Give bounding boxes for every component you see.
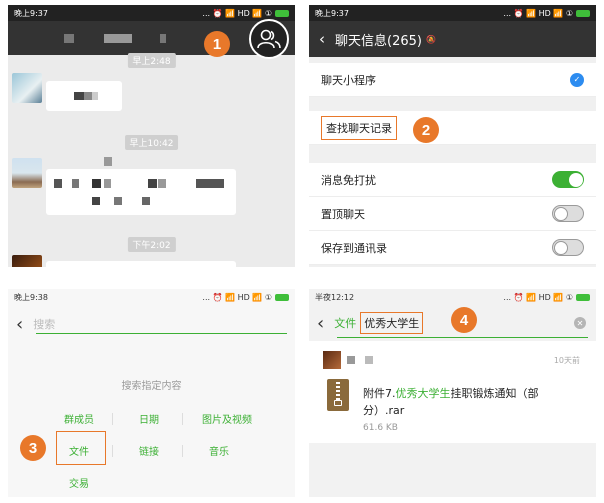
step-badge-4: 4 xyxy=(451,307,477,333)
search-underline xyxy=(36,333,287,334)
page-title: 聊天信息(265) xyxy=(335,33,422,49)
back-arrow-icon[interactable]: ‹ xyxy=(319,30,325,48)
redacted-sender xyxy=(365,356,373,364)
status-icons: ... ⏰ 📶 HD 📶 ① xyxy=(503,9,590,18)
group-members-icon xyxy=(257,29,281,49)
battery-icon xyxy=(576,9,590,17)
redacted-nickname xyxy=(104,157,112,166)
back-arrow-icon[interactable]: ‹ xyxy=(16,314,23,335)
divider xyxy=(112,445,113,457)
avatar[interactable] xyxy=(12,73,42,103)
mute-icon: 🔕 xyxy=(425,34,436,44)
chat-screen-panel: 晚上9:37 ... ⏰ 📶 HD 📶 ① 1 早上2:48 早上10:42 下… xyxy=(8,5,295,267)
category-music[interactable]: 音乐 xyxy=(192,443,246,458)
clear-search-icon[interactable]: ✕ xyxy=(574,317,586,329)
battery-icon xyxy=(576,293,590,301)
pin-chat-row[interactable]: 置顶聊天 xyxy=(309,197,596,231)
search-input[interactable]: 搜索 xyxy=(33,316,55,332)
save-to-contacts-row[interactable]: 保存到通讯录 xyxy=(309,231,596,265)
message-bubble[interactable] xyxy=(46,261,236,267)
mini-program-row[interactable]: 聊天小程序 ✓ xyxy=(309,63,596,97)
chat-timestamp: 早上10:42 xyxy=(124,135,179,150)
search-underline xyxy=(337,337,588,338)
avatar[interactable] xyxy=(12,158,42,188)
category-file[interactable]: 文件 xyxy=(52,443,106,458)
mute-icon xyxy=(160,34,166,43)
status-time: 晚上9:37 xyxy=(315,8,349,18)
filter-tag[interactable]: 文件 xyxy=(334,315,356,331)
message-bubble[interactable] xyxy=(46,81,122,111)
redacted-block xyxy=(64,34,74,43)
message-bubble[interactable] xyxy=(46,169,236,215)
category-media[interactable]: 图片及视频 xyxy=(192,411,262,426)
row-label: 保存到通讯录 xyxy=(321,241,387,255)
step-badge-1: 1 xyxy=(204,31,230,57)
avatar[interactable] xyxy=(12,255,42,267)
search-bar: ‹ 搜索 xyxy=(8,309,295,339)
status-icons: ... ⏰ 📶 HD 📶 ① xyxy=(202,9,289,18)
divider xyxy=(112,413,113,425)
divider xyxy=(182,445,183,457)
redacted-title xyxy=(104,34,132,43)
zip-file-icon xyxy=(327,379,349,411)
search-query-input[interactable]: 优秀大学生 xyxy=(360,312,424,334)
status-time: 半夜12:12 xyxy=(315,292,355,302)
sender-avatar xyxy=(323,351,341,369)
status-bar: 晚上9:37 ... ⏰ 📶 HD 📶 ① xyxy=(8,5,295,21)
back-arrow-icon[interactable]: ‹ xyxy=(317,313,324,334)
category-trade[interactable]: 交易 xyxy=(52,475,106,490)
file-name: 附件7.优秀大学生挂职锻炼通知（部分）.rar xyxy=(363,387,539,417)
chat-timestamp: 早上2:48 xyxy=(127,53,176,68)
find-chat-history-row[interactable]: 查找聊天记录 xyxy=(309,111,596,145)
file-search-result-panel: 半夜12:12 ... ⏰ 📶 HD 📶 ① ‹ 文件 优秀大学生 ✕ 4 10… xyxy=(309,289,596,497)
step-badge-3: 3 xyxy=(20,435,46,461)
row-label: 聊天小程序 xyxy=(321,73,376,87)
status-bar: 晚上9:37 ... ⏰ 📶 HD 📶 ① xyxy=(309,5,596,21)
chat-timestamp: 下午2:02 xyxy=(127,237,176,252)
search-chat-panel: 晚上9:38 ... ⏰ 📶 HD 📶 ① ‹ 搜索 搜索指定内容 群成员 日期… xyxy=(8,289,295,497)
row-label: 置顶聊天 xyxy=(321,207,365,221)
status-time: 晚上9:38 xyxy=(14,292,48,302)
group-info-button[interactable] xyxy=(249,19,289,59)
mute-notifications-row[interactable]: 消息免打扰 xyxy=(309,163,596,197)
file-result-item[interactable]: 10天前 附件7.优秀大学生挂职锻炼通知（部分）.rar 61.6 KB xyxy=(309,341,596,443)
status-icons: ... ⏰ 📶 HD 📶 ① xyxy=(202,293,289,302)
redacted-sender xyxy=(347,356,355,364)
save-contacts-toggle[interactable] xyxy=(552,239,584,256)
chat-info-header: ‹ 聊天信息(265) 🔕 xyxy=(309,21,596,57)
battery-icon xyxy=(275,293,289,301)
chat-info-panel: 晚上9:37 ... ⏰ 📶 HD 📶 ① ‹ 聊天信息(265) 🔕 聊天小程… xyxy=(309,5,596,267)
category-members[interactable]: 群成员 xyxy=(52,411,106,426)
mini-program-icon: ✓ xyxy=(570,72,584,87)
battery-icon xyxy=(275,9,289,17)
status-bar: 半夜12:12 ... ⏰ 📶 HD 📶 ① xyxy=(309,289,596,305)
mute-toggle[interactable] xyxy=(552,171,584,188)
status-time: 晚上9:37 xyxy=(14,8,48,18)
file-size: 61.6 KB xyxy=(363,423,398,433)
find-chat-history-label: 查找聊天记录 xyxy=(321,115,397,140)
search-hint: 搜索指定内容 xyxy=(121,381,182,392)
step-badge-2: 2 xyxy=(413,117,439,143)
divider xyxy=(182,413,183,425)
result-time: 10天前 xyxy=(553,356,580,365)
status-icons: ... ⏰ 📶 HD 📶 ① xyxy=(503,293,590,302)
status-bar: 晚上9:38 ... ⏰ 📶 HD 📶 ① xyxy=(8,289,295,305)
pin-toggle[interactable] xyxy=(552,205,584,222)
row-label: 消息免打扰 xyxy=(321,173,376,187)
category-date[interactable]: 日期 xyxy=(122,411,176,426)
category-link[interactable]: 链接 xyxy=(122,443,176,458)
